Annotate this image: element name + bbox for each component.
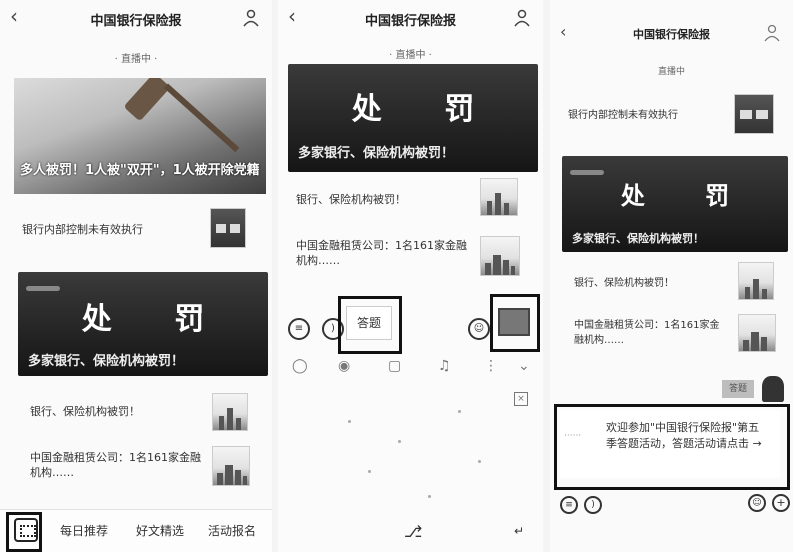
penalty-banner[interactable]: 处 罚 多家银行、保险机构被罚！ [18, 272, 268, 376]
banner-headline: 处 罚 [351, 92, 501, 127]
bottom-menu: 每日推荐 好文精选 活动报名 [0, 509, 272, 552]
phone-screen-2: ‹ 中国银行保险报 · 直播中 · 处 罚 多家银行、保险机构被罚！ 银行、保险… [278, 0, 543, 552]
penalty-banner[interactable]: 处 罚 多家银行、保险机构被罚！ [562, 156, 788, 252]
emoji-icon[interactable]: ☺ [468, 318, 490, 340]
emoji-icon[interactable]: ☺ [748, 494, 766, 512]
hero-article[interactable]: 多人被罚！1人被"双开"，1人被开除党籍 [14, 78, 266, 194]
more-icon[interactable]: ⋮ [484, 358, 498, 374]
menu-icon[interactable]: ≡ [288, 318, 310, 340]
nav-bar: ‹ 中国银行保险报 [0, 0, 272, 34]
article-title: 中国金融租赁公司：1名161家金融机构…… [574, 320, 720, 346]
add-icon[interactable]: + [772, 494, 790, 512]
article-thumbnail [210, 208, 246, 248]
sent-message: 答题 [722, 380, 754, 398]
article-title: 银行、保险机构被罚！ [30, 405, 140, 418]
banner-headline: 处 罚 [81, 302, 231, 337]
keyboard-icon[interactable] [14, 518, 38, 542]
mic-icon[interactable]: ♫ [438, 358, 451, 374]
reply-message-text: 欢迎参加"中国银行保险报"第五季答题活动，答题活动请点击 → [606, 421, 762, 450]
banner-decoration [26, 286, 60, 291]
home-indicator-icon: ⎇ [404, 522, 423, 541]
menu-item-featured[interactable]: 好文精选 [136, 522, 184, 539]
reply-message[interactable]: ······ 欢迎参加"中国银行保险报"第五季答题活动，答题活动请点击 → [560, 410, 780, 478]
collapse-icon[interactable]: ⌄ [518, 358, 530, 374]
person-icon[interactable] [513, 9, 531, 27]
article-title: 银行、保险机构被罚！ [574, 278, 674, 289]
voice-icon[interactable]: ) [584, 496, 602, 514]
avatar [762, 376, 784, 402]
gavel-handle [164, 83, 240, 153]
page-title: 中国银行保险报 [633, 28, 710, 41]
article-title: 银行、保险机构被罚！ [296, 193, 406, 206]
backspace-icon[interactable]: × [514, 392, 528, 406]
phone-screen-1: ‹ 中国银行保险报 · 直播中 · 多人被罚！1人被"双开"，1人被开除党籍 银… [0, 0, 272, 552]
article-thumbnail [212, 393, 248, 431]
article-thumbnail [738, 314, 776, 352]
menu-item-daily[interactable]: 每日推荐 [60, 522, 108, 539]
nav-bar: ‹ 中国银行保险报 [550, 18, 793, 52]
banner-headline: 处 罚 [620, 182, 756, 210]
enter-icon[interactable]: ↵ [514, 524, 524, 538]
image-icon[interactable]: ◉ [338, 358, 350, 374]
live-status: · 直播中 · [389, 50, 432, 61]
hero-caption: 多人被罚！1人被"双开"，1人被开除党籍 [20, 163, 260, 178]
article-thumbnail [734, 94, 774, 134]
message-input[interactable]: 答题 [346, 306, 392, 340]
article-thumbnail [480, 236, 520, 276]
page-title: 中国银行保险报 [90, 14, 182, 29]
page-title: 中国银行保险报 [364, 14, 456, 29]
article-title: 中国金融租赁公司：1名161家金融机构…… [296, 239, 467, 267]
sender-avatar-placeholder: ······ [564, 431, 582, 441]
article-title: 中国金融租赁公司：1名161家金融机构…… [30, 451, 201, 479]
article-thumbnail [738, 262, 774, 300]
live-status: 直播中 [657, 67, 685, 77]
person-icon[interactable] [763, 24, 781, 42]
phone-screen-3: ‹ 中国银行保险报 直播中 银行内部控制未有效执行 处 罚 多家银行、保险机构被… [550, 0, 793, 552]
article-title: 银行内部控制未有效执行 [568, 110, 678, 121]
banner-subtitle: 多家银行、保险机构被罚！ [28, 354, 185, 369]
live-status: · 直播中 · [114, 54, 158, 65]
menu-item-events[interactable]: 活动报名 [208, 522, 256, 539]
article-thumbnail [480, 178, 518, 216]
sticker-icon[interactable]: ◯ [292, 358, 308, 374]
banner-decoration [570, 170, 604, 175]
banner-subtitle: 多家银行、保险机构被罚！ [298, 146, 455, 161]
menu-icon[interactable]: ≡ [560, 496, 578, 514]
gavel-image [123, 78, 171, 122]
card-icon[interactable]: ▢ [388, 358, 401, 374]
banner-subtitle: 多家银行、保险机构被罚！ [572, 232, 704, 245]
article-thumbnail [212, 446, 250, 486]
penalty-banner[interactable]: 处 罚 多家银行、保险机构被罚！ [288, 64, 538, 172]
send-button[interactable] [498, 308, 530, 336]
nav-bar: ‹ 中国银行保险报 [278, 0, 543, 34]
article-title: 银行内部控制未有效执行 [22, 223, 143, 236]
person-icon[interactable] [242, 9, 260, 27]
